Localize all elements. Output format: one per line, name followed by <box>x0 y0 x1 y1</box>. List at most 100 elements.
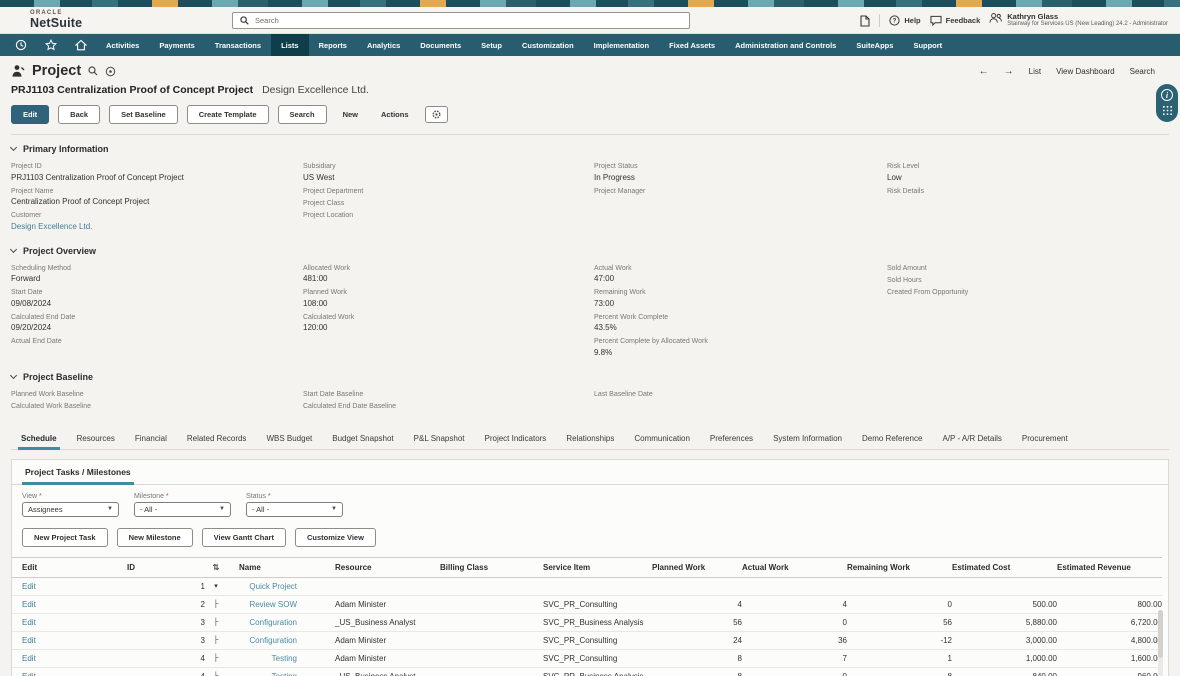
record-tab[interactable]: P&L Snapshot <box>404 428 475 449</box>
actions-menu-button[interactable]: Actions <box>374 106 416 123</box>
task-name-link[interactable]: Configuration <box>249 636 297 645</box>
task-name-link[interactable]: Testing <box>272 654 297 663</box>
nav-menu-item[interactable]: Activities <box>96 34 149 56</box>
nav-menu-item[interactable]: Documents <box>410 34 471 56</box>
field-percent-work-complete: Percent Work Complete 43.5% <box>594 314 887 333</box>
customer-link[interactable]: Design Excellence Ltd. <box>11 222 303 231</box>
search-input[interactable] <box>255 16 682 25</box>
nav-menu-item[interactable]: Customization <box>512 34 584 56</box>
assistant-floating-widget[interactable]: i <box>1156 84 1178 122</box>
toolbar-settings-button[interactable] <box>425 106 448 123</box>
task-name-link[interactable]: Configuration <box>249 618 297 627</box>
home-icon[interactable] <box>66 34 96 56</box>
shortcuts-star-icon[interactable] <box>36 34 66 56</box>
section-primary-information-header[interactable]: Primary Information <box>11 144 1169 154</box>
task-name-link[interactable]: Testing <box>272 672 297 676</box>
edit-button[interactable]: Edit <box>11 105 49 124</box>
search-link[interactable]: Search <box>1130 67 1155 76</box>
info-icon[interactable]: i <box>1161 89 1173 101</box>
help-button[interactable]: ? Help <box>889 15 920 26</box>
edit-task-link[interactable]: Edit <box>22 582 36 591</box>
field-actual-end-date: Actual End Date <box>11 338 303 345</box>
tree-expander-icon[interactable]: ├ <box>205 649 227 667</box>
feedback-icon <box>930 15 942 26</box>
view-dashboard-link[interactable]: View Dashboard <box>1056 67 1115 76</box>
dots-grid-icon[interactable] <box>1162 105 1173 116</box>
user-role-context: Stairway for Services US (New Leading) 2… <box>1007 21 1168 29</box>
task-name-link[interactable]: Quick Project <box>249 582 297 591</box>
task-planned-work: 24 <box>652 631 742 649</box>
task-name-link[interactable]: Review SOW <box>249 600 297 609</box>
search-button[interactable]: Search <box>278 105 327 124</box>
nav-menu-item[interactable]: Transactions <box>205 34 271 56</box>
back-button[interactable]: Back <box>58 105 100 124</box>
nav-menu-item[interactable]: Implementation <box>584 34 659 56</box>
edit-task-link[interactable]: Edit <box>22 654 36 663</box>
nav-menu-item[interactable]: Support <box>903 34 952 56</box>
next-record-arrow[interactable]: → <box>1004 66 1014 77</box>
table-scrollbar[interactable] <box>1158 610 1163 676</box>
edit-task-link[interactable]: Edit <box>22 618 36 627</box>
record-tab[interactable]: Relationships <box>556 428 624 449</box>
edit-task-link[interactable]: Edit <box>22 600 36 609</box>
recent-records-icon[interactable] <box>6 34 36 56</box>
record-tab[interactable]: Financial <box>125 428 177 449</box>
record-header: PRJ1103 Centralization Proof of Concept … <box>11 79 1169 96</box>
nav-menu-item[interactable]: Setup <box>471 34 512 56</box>
nav-menu-item[interactable]: Reports <box>309 34 357 56</box>
customize-page-icon[interactable] <box>105 66 116 77</box>
project-tasks-table: Edit ID ⇅ Name Resource Billing Class Se… <box>12 557 1162 676</box>
subtab-project-tasks-milestones[interactable]: Project Tasks / Milestones <box>22 460 134 485</box>
tree-expander-icon[interactable]: ├ <box>205 667 227 676</box>
record-tab[interactable]: Related Records <box>177 428 257 449</box>
quick-add-document-icon[interactable] <box>860 15 870 27</box>
create-template-button[interactable]: Create Template <box>187 105 269 124</box>
section-project-baseline-header[interactable]: Project Baseline <box>11 372 1169 382</box>
nav-menu-item[interactable]: Lists <box>271 34 309 56</box>
tree-expander-icon[interactable]: ├ <box>205 595 227 613</box>
sort-icon[interactable]: ⇅ <box>205 557 227 577</box>
view-gantt-chart-button[interactable]: View Gantt Chart <box>202 528 286 547</box>
new-menu-button[interactable]: New <box>336 106 365 123</box>
nav-menu-item[interactable]: Analytics <box>357 34 410 56</box>
nav-menu-item[interactable]: SuiteApps <box>846 34 903 56</box>
record-tab[interactable]: A/P - A/R Details <box>932 428 1011 449</box>
user-icon <box>989 12 1002 24</box>
field-calculated-work: Calculated Work 120:00 <box>303 314 594 333</box>
record-tab[interactable]: WBS Budget <box>256 428 322 449</box>
record-tab[interactable]: Project Indicators <box>475 428 557 449</box>
nav-menu-item[interactable]: Administration and Controls <box>725 34 846 56</box>
new-milestone-button[interactable]: New Milestone <box>117 528 193 547</box>
record-tab[interactable]: System Information <box>763 428 852 449</box>
tree-expander-icon[interactable]: ├ <box>205 631 227 649</box>
tree-expander-icon[interactable]: ├ <box>205 613 227 631</box>
nav-menu-item[interactable]: Payments <box>149 34 204 56</box>
set-baseline-button[interactable]: Set Baseline <box>109 105 178 124</box>
record-tab[interactable]: Resources <box>67 428 125 449</box>
user-menu[interactable]: Kathryn Glass Stairway for Services US (… <box>989 12 1168 29</box>
milestone-select[interactable]: - All - ▼ <box>134 502 231 517</box>
nav-menu-item[interactable]: Fixed Assets <box>659 34 725 56</box>
field-project-status: Project Status In Progress <box>594 163 887 182</box>
record-tab[interactable]: Preferences <box>700 428 763 449</box>
new-project-task-button[interactable]: New Project Task <box>22 528 108 547</box>
record-tab[interactable]: Communication <box>624 428 700 449</box>
list-link[interactable]: List <box>1029 67 1041 76</box>
record-tab[interactable]: Demo Reference <box>852 428 932 449</box>
record-search-icon[interactable] <box>88 66 98 76</box>
customize-view-button[interactable]: Customize View <box>295 528 376 547</box>
section-project-overview: Project Overview Scheduling Method Forwa… <box>11 246 1169 363</box>
record-tab[interactable]: Budget Snapshot <box>322 428 403 449</box>
feedback-button[interactable]: Feedback <box>930 15 981 26</box>
previous-record-arrow[interactable]: ← <box>979 66 989 77</box>
global-search[interactable] <box>232 12 690 29</box>
status-select[interactable]: - All - ▼ <box>246 502 343 517</box>
section-project-overview-header[interactable]: Project Overview <box>11 246 1169 256</box>
edit-task-link[interactable]: Edit <box>22 672 36 676</box>
record-tab[interactable]: Schedule <box>11 428 67 449</box>
edit-task-link[interactable]: Edit <box>22 636 36 645</box>
tree-expander-icon[interactable]: ▾ <box>205 577 227 595</box>
task-service-item: SVC_PR_Consulting <box>530 649 652 667</box>
record-tab[interactable]: Procurement <box>1012 428 1078 449</box>
view-select[interactable]: Assignees ▼ <box>22 502 119 517</box>
